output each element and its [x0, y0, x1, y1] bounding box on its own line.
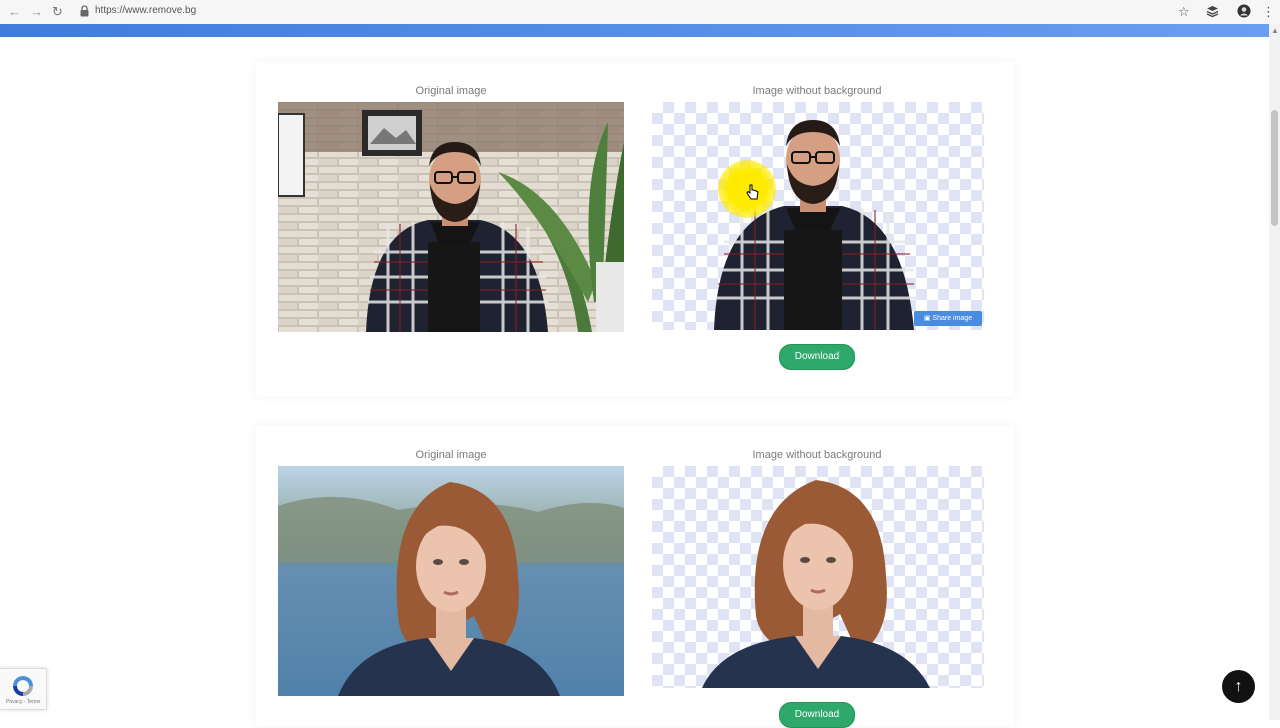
share-image-label: Share image: [932, 315, 973, 322]
back-to-top-button[interactable]: ↑: [1222, 670, 1255, 703]
original-image-label: Original image: [415, 85, 487, 97]
recaptcha-terms[interactable]: Privacy - Terms: [6, 699, 40, 705]
menu-icon[interactable]: ⋮: [1262, 3, 1275, 21]
removed-background-image: [652, 466, 984, 688]
download-button[interactable]: Download: [779, 702, 855, 728]
forward-icon[interactable]: →: [30, 3, 43, 21]
scrollbar[interactable]: ▲: [1269, 24, 1280, 720]
original-image: [278, 466, 624, 696]
removed-background-image: [652, 102, 984, 330]
site-header-bar: [0, 24, 1269, 37]
original-image-label: Original image: [415, 449, 487, 461]
address-bar[interactable]: https://www.remove.bg: [95, 5, 196, 16]
scrollbar-thumb[interactable]: [1271, 110, 1278, 226]
original-image: [278, 102, 624, 332]
recaptcha-badge[interactable]: Privacy - Terms: [0, 668, 47, 710]
star-icon[interactable]: ☆: [1178, 3, 1190, 21]
recaptcha-icon: [13, 676, 33, 696]
download-button[interactable]: Download: [779, 344, 855, 370]
extensions-icon[interactable]: [1206, 5, 1219, 18]
removed-image-label: Image without background: [752, 449, 882, 461]
share-image-button[interactable]: ▣ Share image: [914, 311, 982, 326]
reload-icon[interactable]: ↻: [52, 3, 63, 21]
hand-cursor-icon: [746, 184, 759, 200]
arrow-up-icon: ↑: [1234, 678, 1243, 695]
back-icon[interactable]: ←: [8, 3, 21, 21]
lock-icon: [80, 5, 89, 17]
removed-image-label: Image without background: [752, 85, 882, 97]
profile-icon[interactable]: [1237, 4, 1251, 18]
scroll-up-icon[interactable]: ▲: [1271, 26, 1279, 35]
browser-toolbar: ← → ↻ https://www.remove.bg ☆ ⋮: [0, 0, 1280, 25]
